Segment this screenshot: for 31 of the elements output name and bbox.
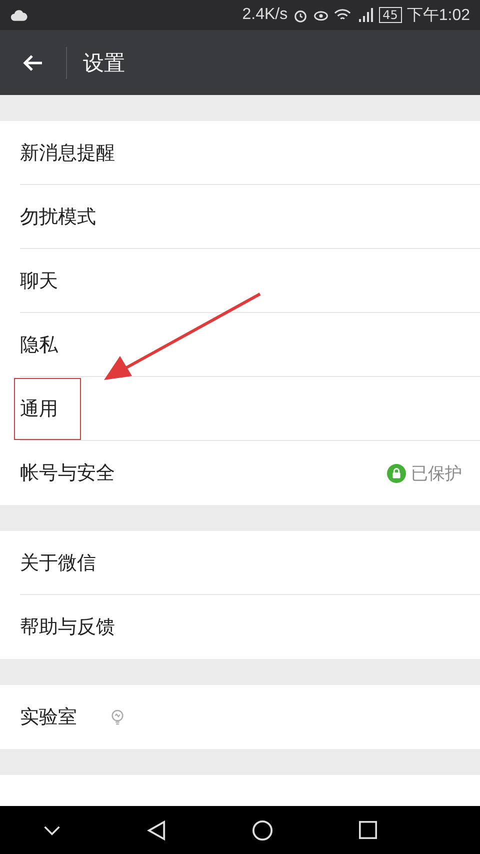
settings-item[interactable]: 帮助与反馈 [20,595,480,659]
item-label: 勿扰模式 [19,204,97,230]
home-icon[interactable] [252,820,273,840]
protection-status: 已保护 [411,462,462,484]
clock: 下午1:02 [406,6,470,26]
page-title: 设置 [83,50,125,76]
item-label: 新消息提醒 [19,140,116,166]
recents-icon[interactable] [359,821,377,839]
settings-item[interactable]: 帐号与安全 已保护 [20,441,480,505]
item-label: 关于微信 [19,550,97,576]
eye-icon [312,8,329,22]
alarm-icon [292,8,308,22]
settings-item[interactable]: 聊天 [20,249,480,313]
battery-level: 45 [378,7,402,23]
settings-item[interactable]: 勿扰模式 [20,185,480,249]
lock-icon [387,464,406,482]
item-label: 帐号与安全 [19,461,116,486]
item-label: 帮助与反馈 [19,615,116,640]
wifi-icon [334,8,351,22]
item-label: 聊天 [19,268,59,294]
lightbulb-icon [110,708,125,726]
settings-item[interactable]: 关于微信 [20,531,480,595]
item-label: 通用 [14,378,81,440]
back-triangle-icon[interactable] [147,820,166,840]
settings-item[interactable]: 新消息提醒 [20,121,480,185]
cloud-icon [10,8,28,22]
collapse-icon[interactable] [43,824,61,836]
network-speed: 2.4K/s [242,6,288,24]
item-label: 实验室 [19,705,78,730]
item-label: 隐私 [19,332,59,358]
settings-item[interactable]: 通用 [20,377,480,441]
